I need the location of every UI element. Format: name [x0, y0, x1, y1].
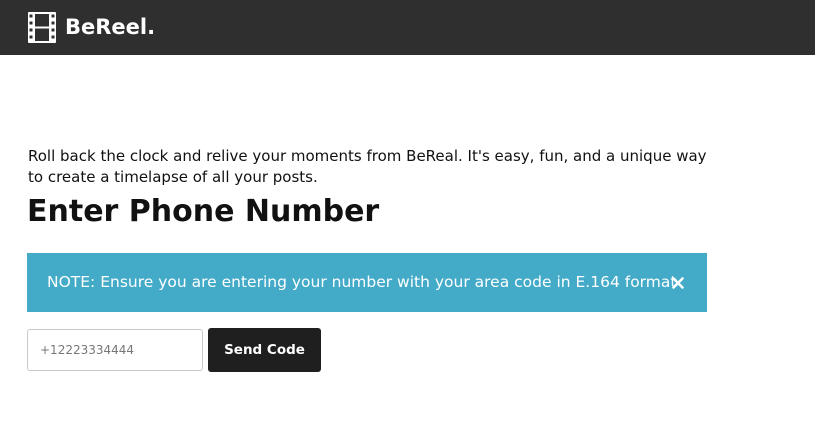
film-strip-icon [28, 12, 56, 43]
phone-number-input[interactable] [27, 329, 203, 371]
brand-link[interactable]: BeReel. [28, 12, 155, 43]
close-icon[interactable] [669, 274, 687, 292]
intro-text: Roll back the clock and relive your mome… [28, 147, 707, 186]
info-alert: NOTE: Ensure you are entering your numbe… [27, 253, 707, 312]
alert-message: NOTE: Ensure you are entering your numbe… [47, 273, 677, 291]
page-title: Enter Phone Number [27, 194, 380, 229]
send-code-button[interactable]: Send Code [208, 328, 321, 372]
brand-name: BeReel. [65, 15, 156, 39]
top-navbar: BeReel. [0, 0, 815, 55]
